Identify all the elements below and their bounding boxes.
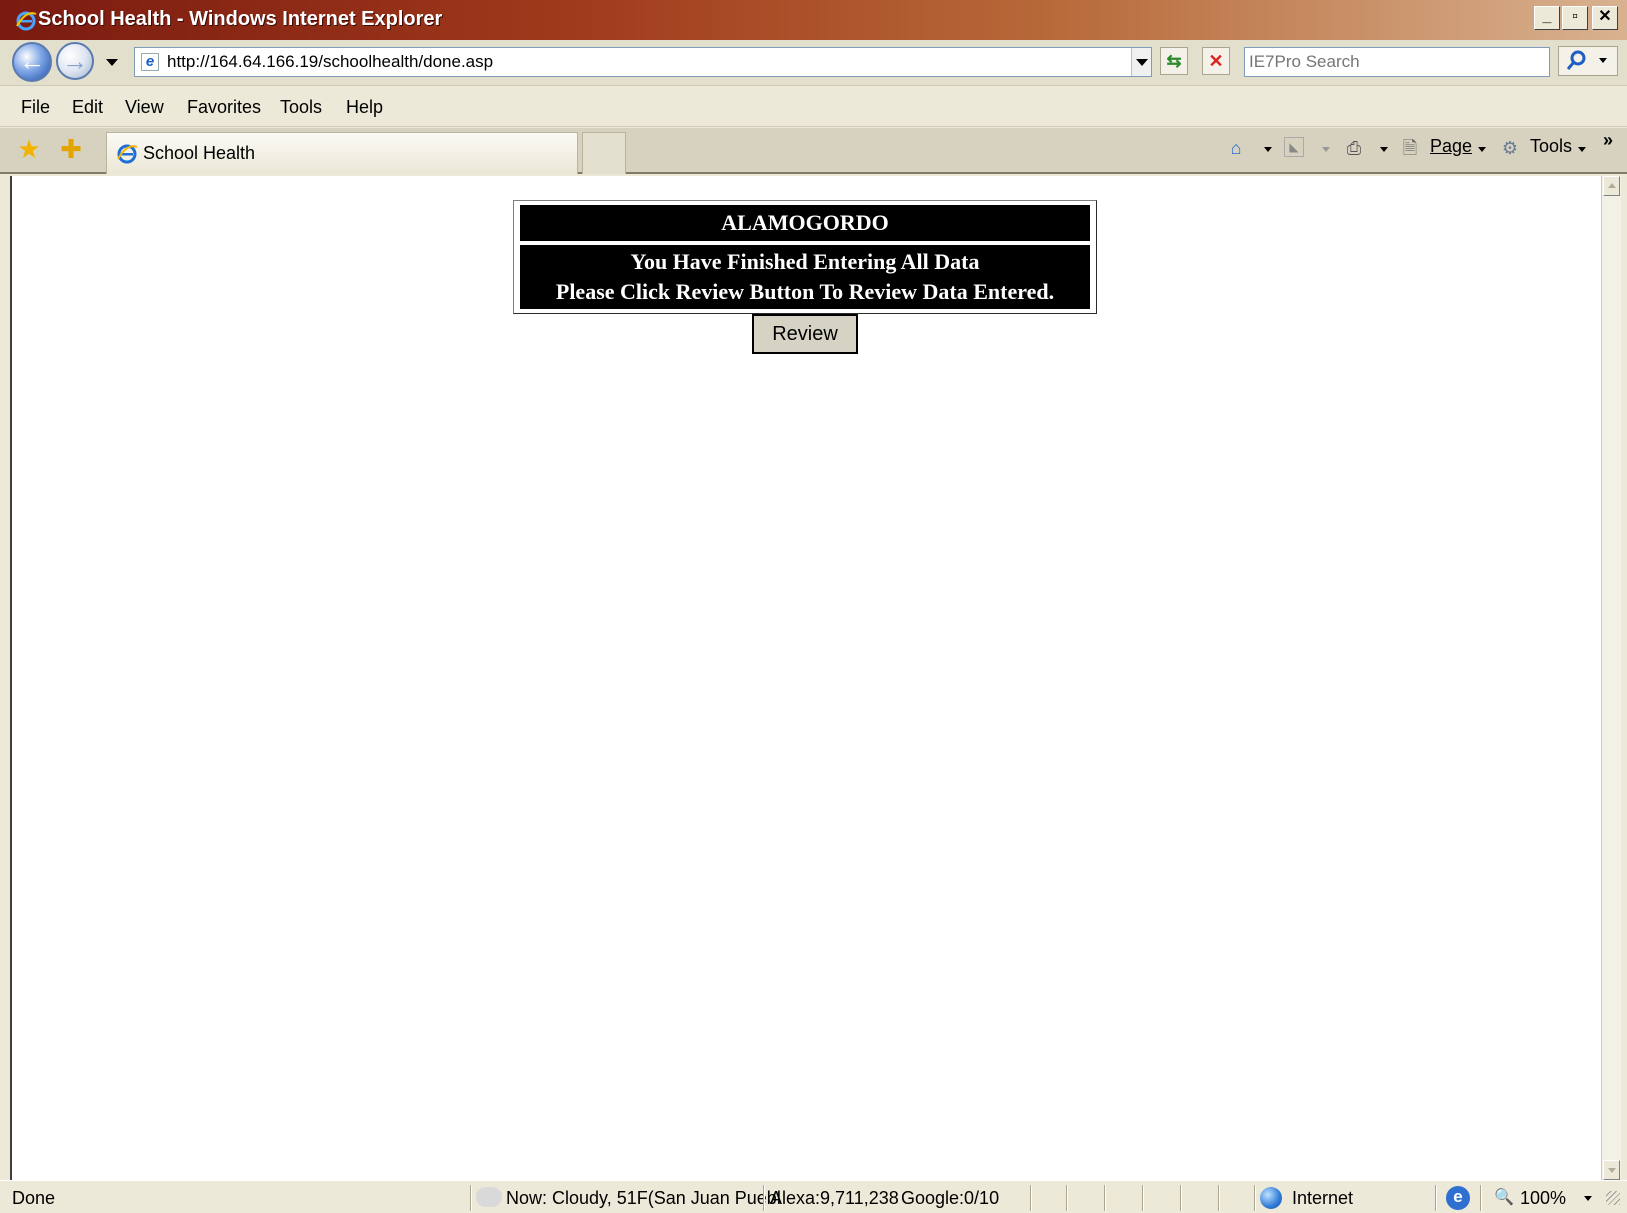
chevron-down-icon [1136, 59, 1148, 66]
forward-icon: → [62, 46, 88, 76]
menu-edit[interactable]: Edit [72, 97, 103, 118]
search-icon [1566, 50, 1586, 70]
status-divider [1104, 1185, 1106, 1211]
menu-view[interactable]: View [125, 97, 164, 118]
completion-message: You Have Finished Entering All Data Plea… [520, 245, 1090, 309]
menu-help[interactable]: Help [346, 97, 383, 118]
home-dropdown-icon[interactable] [1264, 147, 1272, 152]
page-menu-button[interactable]: Page [1430, 136, 1472, 157]
address-dropdown-button[interactable] [1131, 48, 1151, 76]
menu-tools[interactable]: Tools [280, 97, 322, 118]
search-button[interactable] [1558, 46, 1618, 76]
status-divider [470, 1185, 472, 1211]
vertical-scrollbar[interactable] [1601, 176, 1621, 1180]
status-divider [1218, 1185, 1220, 1211]
status-divider [1254, 1185, 1256, 1211]
minimize-button[interactable]: _ [1534, 6, 1560, 30]
scroll-up-button[interactable] [1603, 176, 1620, 196]
message-line-2: Please Click Review Button To Review Dat… [555, 279, 1055, 304]
page-ie-icon: e [141, 53, 159, 71]
new-tab-button[interactable] [582, 132, 626, 174]
weather-status[interactable]: Now: Cloudy, 51F(San Juan Puebl [506, 1188, 781, 1209]
message-line-1: You Have Finished Entering All Data [630, 249, 980, 274]
weather-cloud-icon [476, 1187, 502, 1207]
zoom-dropdown-icon[interactable] [1584, 1196, 1592, 1201]
alexa-rank[interactable]: Alexa:9,711,238 [770, 1188, 899, 1209]
back-icon: ← [19, 46, 45, 76]
window-title: School Health - Windows Internet Explore… [38, 8, 443, 30]
ie-logo-icon [16, 11, 37, 31]
security-zone[interactable]: Internet [1292, 1188, 1353, 1209]
menu-file[interactable]: File [21, 97, 50, 118]
ie7pro-icon[interactable]: e [1446, 1186, 1470, 1210]
menu-favorites[interactable]: Favorites [187, 97, 261, 118]
status-text: Done [12, 1188, 56, 1208]
print-icon[interactable]: ⎙ [1342, 136, 1366, 160]
stop-button[interactable]: ✕ [1202, 47, 1230, 75]
tools-menu-button[interactable]: Tools [1530, 136, 1572, 157]
globe-icon [1260, 1187, 1282, 1209]
url-input[interactable] [167, 51, 1107, 73]
home-icon[interactable]: ⌂ [1224, 136, 1248, 160]
stop-icon: ✕ [1208, 51, 1224, 71]
status-divider [763, 1185, 765, 1211]
tools-dropdown-icon [1578, 147, 1586, 152]
feeds-dropdown-icon[interactable] [1322, 147, 1330, 152]
refresh-icon: ⇆ [1166, 51, 1182, 71]
feeds-icon[interactable]: ◣ [1284, 137, 1304, 157]
search-input[interactable] [1249, 51, 1539, 73]
review-button[interactable]: Review [752, 314, 858, 354]
status-divider [1066, 1185, 1068, 1211]
tools-gear-icon: ⚙ [1501, 138, 1519, 158]
refresh-button[interactable]: ⇆ [1160, 47, 1188, 75]
chevron-more-icon[interactable]: » [1603, 130, 1613, 151]
zoom-icon: 🔍 [1494, 1189, 1514, 1206]
address-field[interactable]: e [134, 47, 1152, 77]
restore-button[interactable]: ▫ [1562, 6, 1588, 30]
forward-button[interactable]: → [56, 42, 94, 80]
tab-school-health[interactable]: School Health [106, 132, 578, 174]
resize-grip-icon[interactable] [1606, 1191, 1620, 1205]
search-field[interactable] [1244, 47, 1550, 77]
title-bar: School Health - Windows Internet Explore… [0, 0, 1627, 40]
status-divider [1180, 1185, 1182, 1211]
tab-label: School Health [143, 143, 256, 163]
status-divider [1435, 1185, 1437, 1211]
status-divider [1030, 1185, 1032, 1211]
status-bar: Done Now: Cloudy, 51F(San Juan Puebl Ale… [0, 1180, 1627, 1213]
page-icon: 🗎 [1402, 138, 1418, 158]
back-button[interactable]: ← [12, 42, 52, 82]
district-header: ALAMOGORDO [520, 205, 1090, 241]
google-pagerank[interactable]: Google:0/10 [901, 1188, 999, 1209]
history-dropdown-icon[interactable] [106, 59, 118, 66]
search-options-icon [1599, 58, 1607, 63]
scroll-down-button[interactable] [1603, 1160, 1620, 1180]
message-panel: ALAMOGORDO You Have Finished Entering Al… [513, 200, 1097, 314]
status-divider [1142, 1185, 1144, 1211]
favorites-star-icon[interactable]: ★ [16, 136, 42, 162]
page-dropdown-icon [1478, 147, 1486, 152]
zoom-level[interactable]: 100% [1520, 1188, 1566, 1209]
close-window-button[interactable]: ✕ [1592, 6, 1618, 30]
add-favorite-icon[interactable]: ✚ [58, 136, 84, 162]
scroll-down-icon [1608, 1168, 1616, 1173]
ie-logo-icon [117, 144, 138, 164]
scroll-up-icon [1608, 183, 1616, 188]
print-dropdown-icon[interactable] [1380, 147, 1388, 152]
status-divider [1480, 1185, 1482, 1211]
